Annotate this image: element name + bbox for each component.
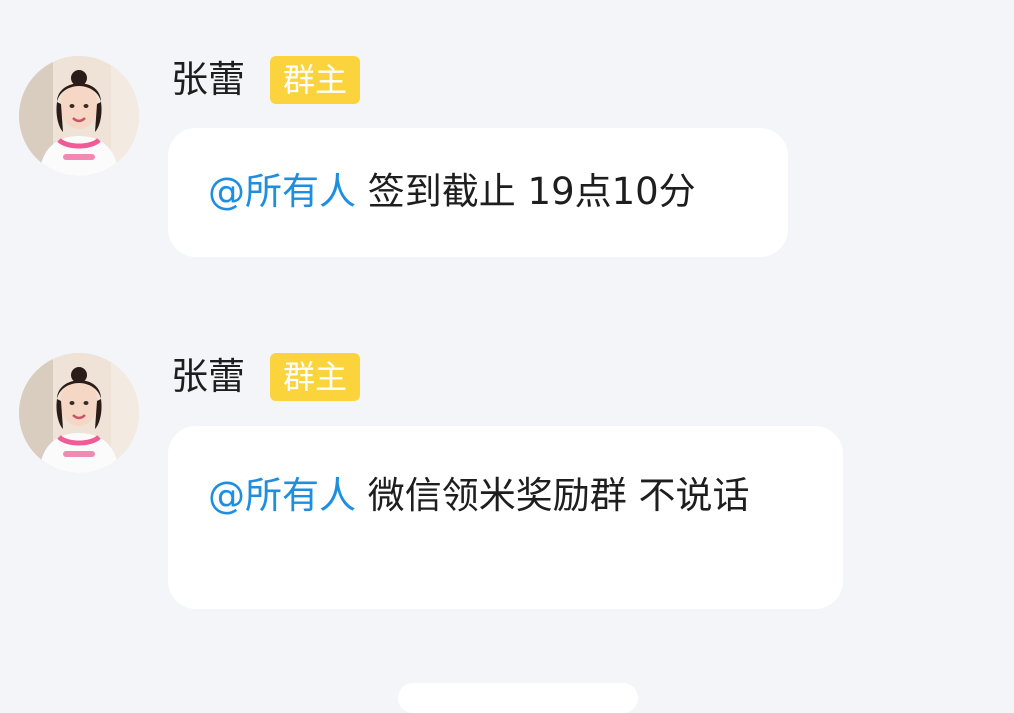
mention-all[interactable]: @所有人 — [208, 474, 356, 517]
group-owner-badge: 群主 — [270, 353, 361, 401]
chat-message: 张蕾 群主 @所有人 微信领米奖励群 不说话 — [0, 0, 1014, 689]
user-photo-avatar-icon — [19, 353, 139, 473]
message-bubble[interactable]: @所有人 微信领米奖励群 不说话 — [168, 426, 843, 609]
sender-name: 张蕾 — [171, 355, 245, 398]
message-text: 微信领米奖励群 不说话 — [356, 474, 750, 517]
avatar[interactable] — [19, 353, 139, 473]
new-message-indicator[interactable] — [398, 683, 638, 713]
